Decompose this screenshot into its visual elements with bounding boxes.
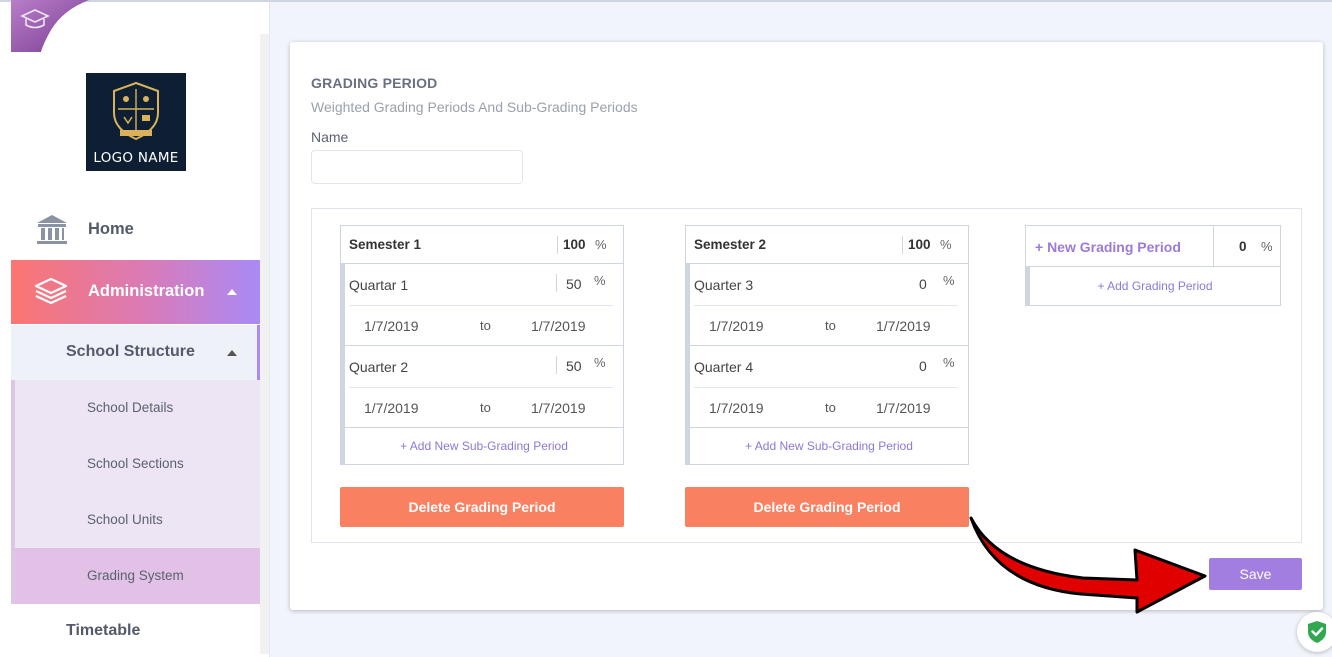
chevron-up-icon xyxy=(227,289,237,295)
delete-grading-period-button[interactable]: Delete Grading Period xyxy=(340,487,624,527)
grading-period-semester-2: Semester 2 100 % Quarter 3 0 % 1/7/2019 … xyxy=(685,225,969,465)
sidebar-item-home[interactable]: Home xyxy=(11,200,260,258)
save-button[interactable]: Save xyxy=(1209,558,1302,590)
submenu-border xyxy=(11,380,15,604)
percent-sign: % xyxy=(594,355,606,370)
quarter-name[interactable]: Quarter 3 xyxy=(694,277,753,293)
divider xyxy=(349,387,613,388)
start-date[interactable]: 1/7/2019 xyxy=(364,318,419,334)
active-indicator xyxy=(257,325,260,380)
sidebar-item-school-structure[interactable]: School Structure xyxy=(11,325,257,380)
divider xyxy=(902,236,903,254)
divider xyxy=(556,274,557,292)
divider xyxy=(349,305,613,306)
sub-grading-period: Quarter 4 0 % 1/7/2019 to 1/7/2019 xyxy=(686,346,968,428)
semester-header: Semester 2 100 % xyxy=(686,226,968,264)
divider xyxy=(694,305,958,306)
name-label: Name xyxy=(311,129,349,145)
date-range-separator: to xyxy=(480,400,491,415)
percent-sign: % xyxy=(943,355,955,370)
name-field[interactable] xyxy=(311,150,523,184)
new-grading-period-input[interactable]: + New Grading Period xyxy=(1035,239,1181,255)
start-date[interactable]: 1/7/2019 xyxy=(709,318,764,334)
percent-sign: % xyxy=(940,237,952,252)
add-sub-grading-period-link[interactable]: + Add New Sub-Grading Period xyxy=(341,428,623,464)
page-subtitle: Weighted Grading Periods And Sub-Grading… xyxy=(311,99,638,115)
date-range-separator: to xyxy=(825,400,836,415)
date-range-separator: to xyxy=(480,318,491,333)
quarter-weight[interactable]: 50 xyxy=(566,276,582,292)
sidebar-item-school-sections[interactable]: School Sections xyxy=(87,456,184,471)
quarter-name[interactable]: Quartar 1 xyxy=(349,277,408,293)
add-grading-period-link[interactable]: + Add Grading Period xyxy=(1026,267,1280,305)
school-logo: LOGO NAME xyxy=(86,73,186,171)
sidebar-scrollbar[interactable] xyxy=(260,34,269,654)
quarter-name[interactable]: Quarter 2 xyxy=(349,359,408,375)
new-grading-period-header: + New Grading Period 0 % xyxy=(1026,226,1280,267)
end-date[interactable]: 1/7/2019 xyxy=(876,400,931,416)
date-range-separator: to xyxy=(825,318,836,333)
quarter-weight[interactable]: 0 xyxy=(919,276,927,292)
sub-grading-period: Quarter 3 0 % 1/7/2019 to 1/7/2019 xyxy=(686,264,968,346)
semester-weight[interactable]: 100 xyxy=(908,237,931,252)
percent-sign: % xyxy=(1261,239,1273,254)
logo-text: LOGO NAME xyxy=(93,150,179,166)
percent-sign: % xyxy=(595,237,607,252)
sidebar-edge xyxy=(0,2,11,657)
sidebar-item-school-details[interactable]: School Details xyxy=(87,400,173,415)
chevron-up-icon xyxy=(227,350,237,356)
semester-weight[interactable]: 100 xyxy=(563,237,586,252)
grading-periods-container: Semester 1 100 % Quartar 1 50 % 1/7/2019… xyxy=(311,208,1302,543)
sub-grading-period: Quartar 1 50 % 1/7/2019 to 1/7/2019 xyxy=(341,264,623,346)
sidebar-item-label: School Structure xyxy=(66,343,195,360)
add-sub-grading-period-link[interactable]: + Add New Sub-Grading Period xyxy=(686,428,968,464)
institution-icon xyxy=(37,215,67,244)
start-date[interactable]: 1/7/2019 xyxy=(364,400,419,416)
sub-grading-period: Quarter 2 50 % 1/7/2019 to 1/7/2019 xyxy=(341,346,623,428)
sidebar-item-school-units[interactable]: School Units xyxy=(87,512,163,527)
end-date[interactable]: 1/7/2019 xyxy=(531,400,586,416)
end-date[interactable]: 1/7/2019 xyxy=(531,318,586,334)
shield-check-icon xyxy=(1308,621,1326,643)
quarter-name[interactable]: Quarter 4 xyxy=(694,359,753,375)
percent-sign: % xyxy=(594,273,606,288)
security-badge[interactable] xyxy=(1297,612,1332,652)
percent-sign: % xyxy=(943,273,955,288)
sidebar-item-timetable[interactable]: Timetable xyxy=(66,622,140,640)
semester-name[interactable]: Semester 1 xyxy=(349,237,421,252)
sidebar-item-label: Administration xyxy=(88,282,205,300)
red-arrow-annotation xyxy=(969,516,1207,614)
sidebar-toggle-icon[interactable] xyxy=(11,0,91,52)
divider xyxy=(1213,226,1214,266)
sidebar-item-label: Home xyxy=(88,219,134,238)
divider xyxy=(694,387,958,388)
page-title: GRADING PERIOD xyxy=(311,75,438,91)
sidebar-item-grading-system[interactable]: Grading System xyxy=(87,568,184,583)
sidebar-item-administration[interactable]: Administration xyxy=(11,260,260,324)
new-grading-period-weight[interactable]: 0 xyxy=(1239,239,1247,254)
divider xyxy=(557,236,558,254)
divider xyxy=(556,356,557,374)
end-date[interactable]: 1/7/2019 xyxy=(876,318,931,334)
semester-name[interactable]: Semester 2 xyxy=(694,237,766,252)
quarter-weight[interactable]: 0 xyxy=(919,358,927,374)
start-date[interactable]: 1/7/2019 xyxy=(709,400,764,416)
semester-header: Semester 1 100 % xyxy=(341,226,623,264)
layers-icon xyxy=(34,277,68,305)
delete-grading-period-button[interactable]: Delete Grading Period xyxy=(685,487,969,527)
quarter-weight[interactable]: 50 xyxy=(566,358,582,374)
new-grading-period-box: + New Grading Period 0 % + Add Grading P… xyxy=(1025,225,1281,306)
grading-period-semester-1: Semester 1 100 % Quartar 1 50 % 1/7/2019… xyxy=(340,225,624,465)
